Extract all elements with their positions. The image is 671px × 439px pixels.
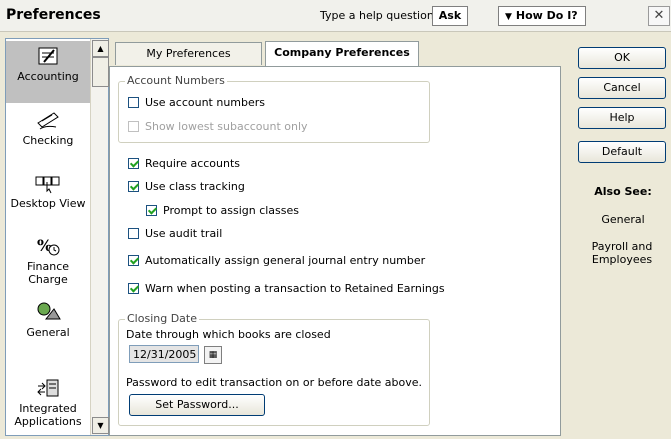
sidebar-item-label: General <box>26 326 70 339</box>
dropdown-arrow-icon: ▼ <box>505 12 512 22</box>
chevron-up-icon: ▲ <box>97 44 104 53</box>
sidebar-item-checking[interactable]: Checking <box>6 109 90 161</box>
checkbox-box <box>128 255 139 266</box>
tab-company-preferences[interactable]: Company Preferences <box>265 41 419 66</box>
tab-label: My Preferences <box>146 47 231 60</box>
account-numbers-group: Account Numbers <box>118 74 430 143</box>
accounting-icon <box>38 47 58 65</box>
close-icon: ✕ <box>653 8 665 23</box>
checkbox-label: Use class tracking <box>145 180 245 193</box>
checkbox-label: Use audit trail <box>145 227 223 240</box>
how-do-i-label: How Do I? <box>515 9 578 22</box>
checkbox-box <box>146 205 157 216</box>
closing-date-label: Date through which books are closed <box>126 328 331 341</box>
checkbox-label: Use account numbers <box>145 96 266 109</box>
sidebar-item-label: Checking <box>22 134 74 147</box>
checkbox-label: Prompt to assign classes <box>163 204 300 217</box>
checkbox-box <box>128 158 139 169</box>
ok-button[interactable]: OK <box>578 47 666 69</box>
sidebar-item-general[interactable]: General <box>6 301 90 353</box>
sidebar-item-desktop-view[interactable]: Desktop View <box>6 172 90 234</box>
tab-label: Company Preferences <box>274 46 410 59</box>
use-account-numbers-checkbox[interactable]: Use account numbers <box>128 96 265 109</box>
set-password-button[interactable]: Set Password... <box>129 394 265 416</box>
checkbox-label: Warn when posting a transaction to Retai… <box>145 282 445 295</box>
finance-charge-icon: % <box>37 236 60 256</box>
also-see-link-general[interactable]: General <box>582 213 664 226</box>
use-audit-trail-checkbox[interactable]: Use audit trail <box>128 227 222 240</box>
default-button[interactable]: Default <box>578 141 666 163</box>
warn-retained-earnings-checkbox[interactable]: Warn when posting a transaction to Retai… <box>128 282 445 295</box>
calendar-icon: ▦ <box>208 350 218 360</box>
integrated-applications-icon <box>37 379 59 397</box>
also-see-link-payroll[interactable]: Payroll and Employees <box>582 240 662 266</box>
preferences-panel: Account Numbers Use account numbers Show… <box>109 66 561 436</box>
also-see-heading: Also See: <box>594 185 652 198</box>
scroll-up-button[interactable]: ▲ <box>92 40 109 57</box>
how-do-i-button[interactable]: ▼ How Do I? <box>498 6 586 26</box>
scroll-thumb[interactable] <box>92 57 109 87</box>
checkbox-box <box>128 121 139 132</box>
checkbox-label: Show lowest subaccount only <box>145 120 308 133</box>
show-lowest-subaccount-checkbox[interactable]: Show lowest subaccount only <box>128 120 308 133</box>
closing-date-field[interactable]: 12/31/2005 <box>129 345 199 363</box>
cancel-button[interactable]: Cancel <box>578 77 666 99</box>
help-question-prompt: Type a help question <box>320 9 434 22</box>
use-class-tracking-checkbox[interactable]: Use class tracking <box>128 180 245 193</box>
sidebar-item-finance-charge[interactable]: % Finance Charge <box>6 235 90 295</box>
sidebar-item-accounting[interactable]: Accounting <box>6 41 90 103</box>
ask-button[interactable]: Ask <box>432 6 468 26</box>
sidebar-item-label: Accounting <box>17 70 79 83</box>
prompt-assign-classes-checkbox[interactable]: Prompt to assign classes <box>146 204 299 217</box>
scroll-down-button[interactable]: ▼ <box>92 417 109 434</box>
sidebar-item-label: Desktop View <box>10 197 86 210</box>
checkbox-label: Require accounts <box>145 157 241 170</box>
help-button[interactable]: Help <box>578 107 666 129</box>
password-label: Password to edit transaction on or befor… <box>126 376 423 389</box>
sidebar-item-integrated-applications[interactable]: Integrated Applications <box>6 377 90 433</box>
tab-my-preferences[interactable]: My Preferences <box>115 42 262 65</box>
window-title: Preferences <box>6 7 101 23</box>
checkbox-label: Automatically assign general journal ent… <box>145 254 426 267</box>
sidebar-scrollbar[interactable]: ▲ ▼ <box>90 39 109 435</box>
sidebar-item-label: Finance Charge <box>26 260 70 286</box>
category-sidebar: Accounting Checking Desktop View % Finan… <box>5 38 109 436</box>
sidebar-item-label: Integrated Applications <box>14 402 82 428</box>
closing-date-legend: Closing Date <box>125 312 199 325</box>
desktop-view-icon <box>35 176 60 194</box>
auto-journal-number-checkbox[interactable]: Automatically assign general journal ent… <box>128 254 425 267</box>
checkbox-box <box>128 181 139 192</box>
checkbox-box <box>128 283 139 294</box>
require-accounts-checkbox[interactable]: Require accounts <box>128 157 240 170</box>
general-icon <box>37 302 61 320</box>
close-button[interactable]: ✕ <box>648 6 670 26</box>
calendar-button[interactable]: ▦ <box>204 346 222 364</box>
checkbox-box <box>128 97 139 108</box>
chevron-down-icon: ▼ <box>97 421 104 430</box>
checking-icon <box>37 112 59 130</box>
title-bar: Preferences Type a help question Ask ▼ Ho… <box>0 0 671 32</box>
checkbox-box <box>128 228 139 239</box>
account-numbers-legend: Account Numbers <box>125 74 227 87</box>
